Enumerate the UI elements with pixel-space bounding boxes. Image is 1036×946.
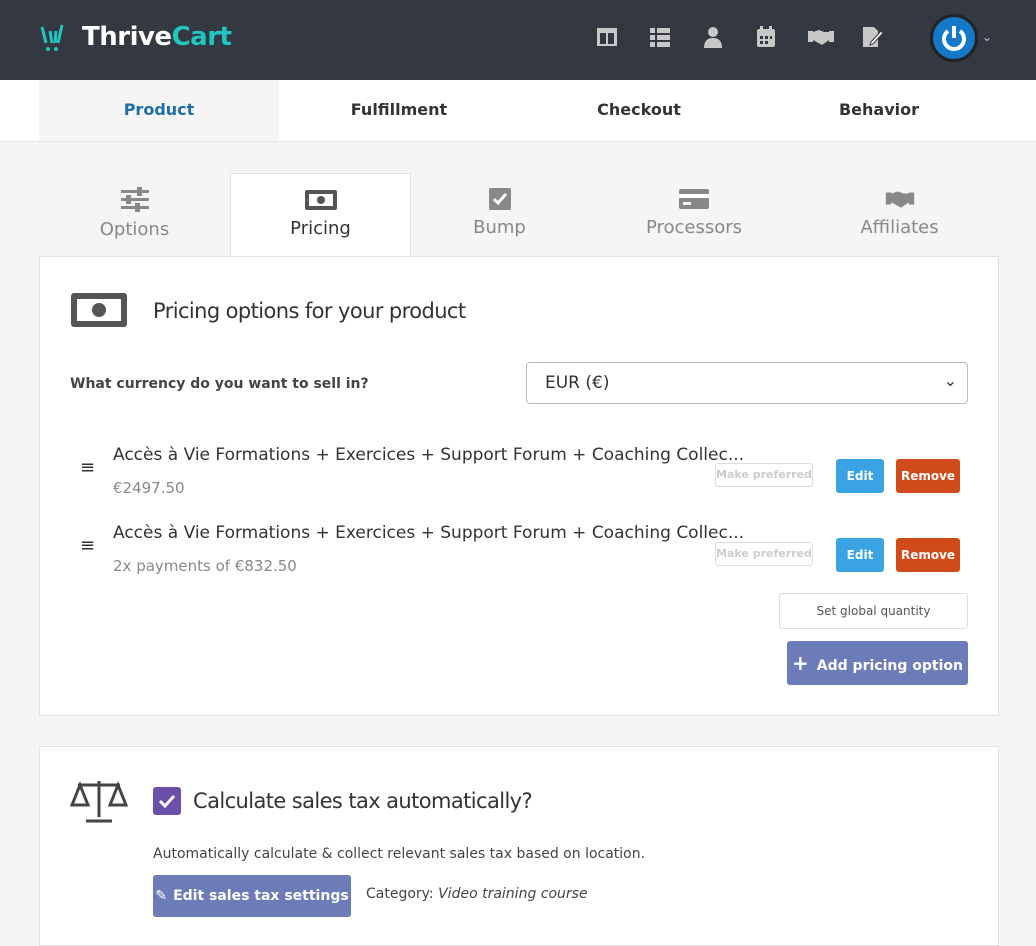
subtab-label: Pricing [290,218,351,239]
make-preferred-button[interactable]: Make preferred [715,463,813,487]
set-global-quantity-button[interactable]: Set global quantity [779,593,968,629]
subtab-affiliates[interactable]: Affiliates [800,173,999,257]
tax-description: Automatically calculate & collect releva… [153,846,646,862]
subtab-label: Processors [645,217,743,238]
tab-behavior[interactable]: Behavior [759,80,999,141]
tax-card: Calculate sales tax automatically? Autom… [39,746,999,946]
drag-handle-icon[interactable]: ≡ [80,535,95,556]
subtab-pricing[interactable]: Pricing [230,173,411,257]
logo-text: Thrive [82,22,172,52]
subtab-bump[interactable]: Bump [411,173,588,257]
cart-logo-icon [40,24,64,51]
chevron-down-icon[interactable]: ⌄ [982,30,992,44]
top-bar: ThriveCart ⌄ [0,0,1036,80]
subtab-label: Bump [473,217,526,238]
subtab-label: Options [99,219,170,240]
check-icon [158,794,176,809]
currency-label: What currency do you want to sell in? [70,376,369,392]
edit-button[interactable]: Edit [836,459,884,493]
subtab-processors[interactable]: Processors [588,173,800,257]
option-price: 2x payments of €832.50 [113,557,297,575]
tax-title: Calculate sales tax automatically? [193,789,533,813]
sliders-icon [120,187,149,212]
make-preferred-button[interactable]: Make preferred [715,542,813,566]
subtab-options[interactable]: Options [39,173,230,257]
tab-product[interactable]: Product [39,80,279,141]
credit-card-icon [679,189,709,209]
tab-checkout[interactable]: Checkout [519,80,759,141]
option-price: €2497.50 [113,479,185,497]
sub-tabs: Options Pricing Bump Processors Affiliat… [39,173,999,257]
calendar-icon[interactable] [755,26,779,50]
scale-icon [70,780,128,823]
list-icon[interactable] [649,26,673,50]
edit-sales-tax-label: Edit sales tax settings [173,888,349,904]
option-title: Accès à Vie Formations + Exercices + Sup… [113,445,745,465]
subtab-label: Affiliates [860,217,939,238]
handshake-icon[interactable] [808,26,834,50]
currency-select[interactable]: EUR (€) ⌄ [526,362,968,404]
add-pricing-option-label: Add pricing option [816,658,963,674]
plus-icon: + [792,651,809,675]
logo[interactable]: ThriveCart [40,22,232,52]
logo-text-accent: Cart [171,22,232,52]
currency-value: EUR (€) [545,373,610,393]
edit-button[interactable]: Edit [836,538,884,572]
tax-checkbox[interactable] [153,787,181,815]
pricing-title: Pricing options for your product [153,299,466,323]
money-icon [71,293,127,327]
add-pricing-option-button[interactable]: + Add pricing option [787,641,968,685]
remove-button[interactable]: Remove [896,538,960,572]
handshake-icon [885,191,914,208]
tab-fulfillment[interactable]: Fulfillment [279,80,519,141]
main-tabs: Product Fulfillment Checkout Behavior [0,80,1036,142]
money-icon [304,190,337,210]
pricing-card: Pricing options for your product What cu… [39,256,999,716]
checkbox-icon [488,188,511,210]
edit-document-icon[interactable] [861,26,885,50]
option-title: Accès à Vie Formations + Exercices + Sup… [113,523,745,543]
category-label: Category: [366,886,434,902]
layout-icon[interactable] [596,26,620,50]
drag-handle-icon[interactable]: ≡ [80,457,95,478]
power-icon [942,26,966,51]
user-icon[interactable] [702,26,726,50]
remove-button[interactable]: Remove [896,459,960,493]
avatar[interactable] [930,14,978,62]
category-value: Video training course [438,886,588,902]
edit-sales-tax-button[interactable]: ✎ Edit sales tax settings [153,875,351,917]
chevron-down-icon: ⌄ [943,371,957,390]
edit-icon: ✎ [155,888,168,904]
